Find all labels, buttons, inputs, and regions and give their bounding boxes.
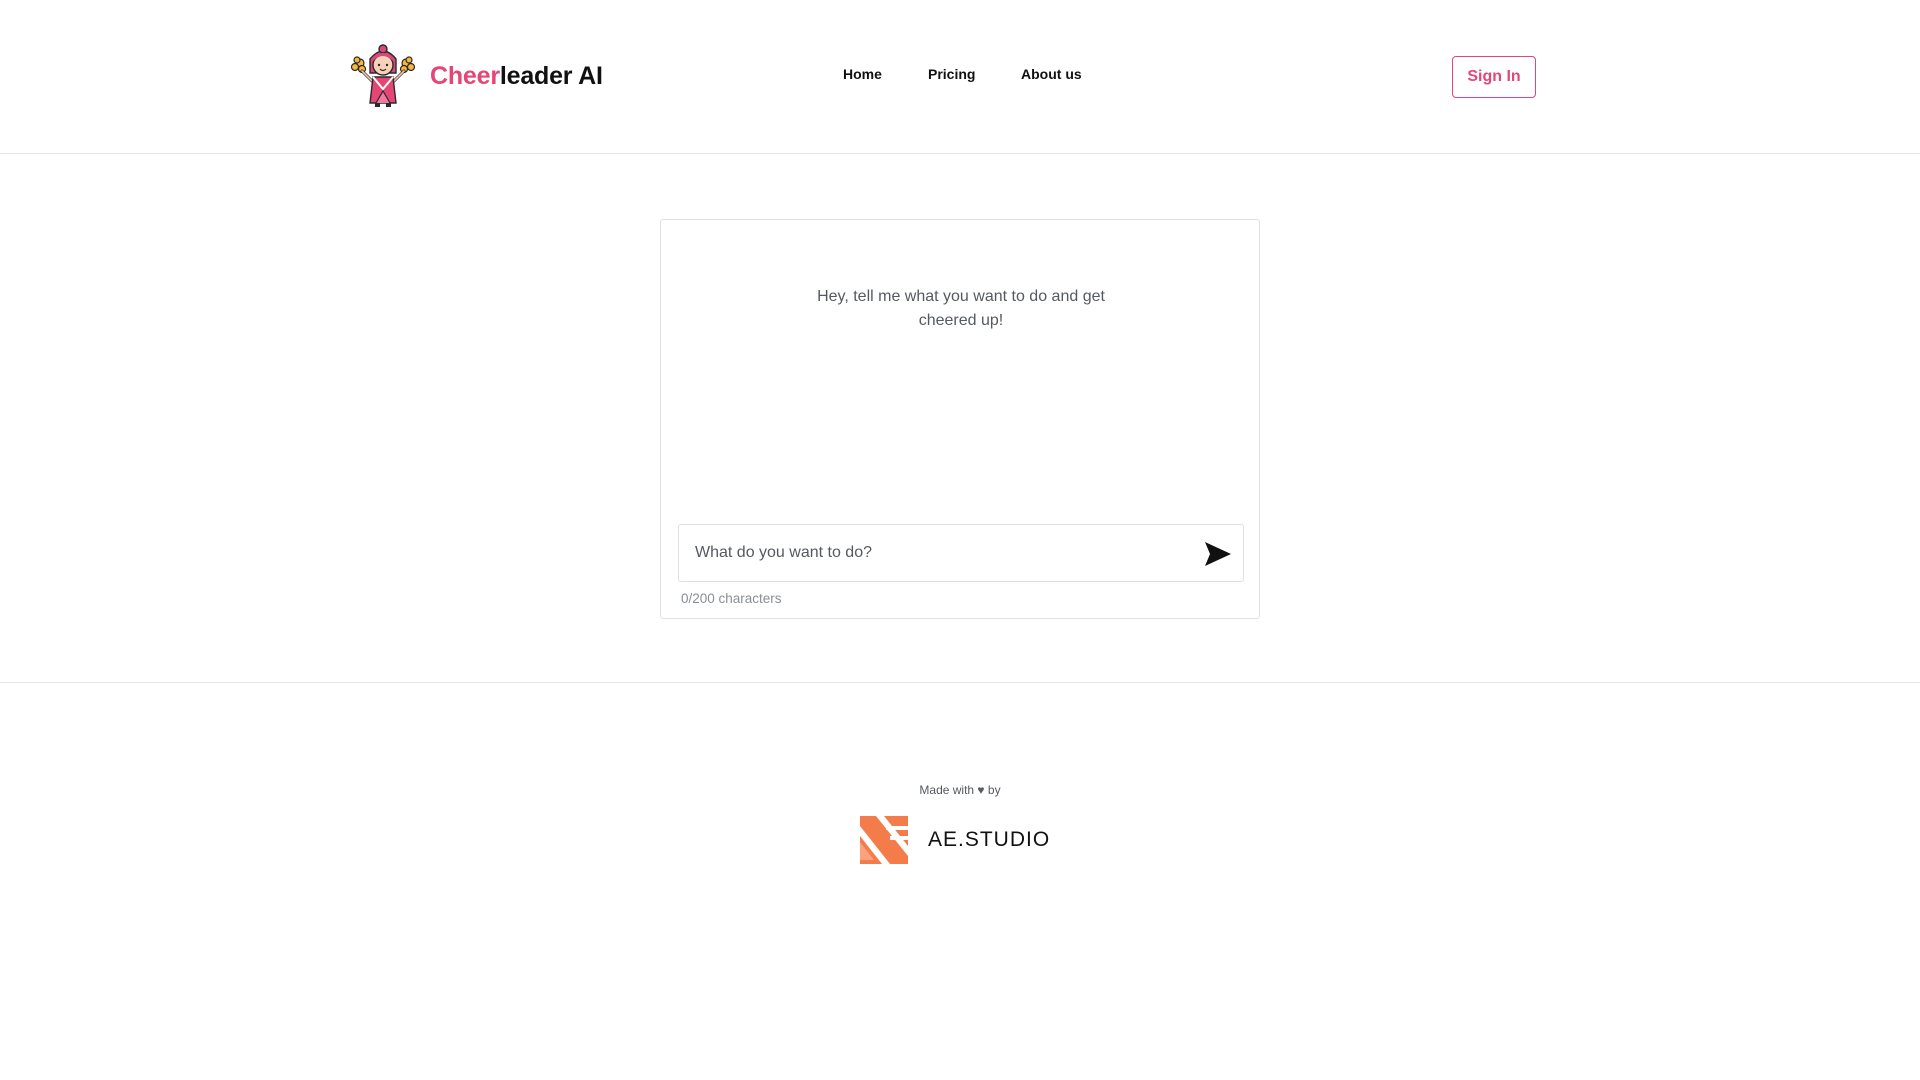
send-icon: [1205, 542, 1231, 566]
nav-about-us[interactable]: About us: [1021, 66, 1082, 82]
prompt-input[interactable]: [679, 525, 1179, 581]
nav-home[interactable]: Home: [843, 66, 882, 82]
send-button[interactable]: [1201, 537, 1235, 571]
greeting-message: Hey, tell me what you want to do and get…: [817, 288, 1105, 329]
brand-name-accent: Cheer: [430, 61, 500, 90]
ae-studio-wordmark: AE.STUDIO: [928, 828, 1051, 851]
ae-studio-mark-icon: [860, 816, 908, 864]
main-content: Hey, tell me what you want to do and get…: [0, 155, 1920, 683]
site-header: Cheerleader AI Home Pricing About us Sig…: [0, 0, 1920, 154]
chat-card: Hey, tell me what you want to do and get…: [660, 219, 1260, 619]
made-with-text: Made with ♥ by: [919, 783, 1001, 797]
brand-name-rest: leader AI: [499, 61, 603, 90]
brand-name: Cheerleader AI: [430, 62, 603, 91]
nav-pricing[interactable]: Pricing: [928, 66, 975, 82]
brand-logo-link[interactable]: Cheerleader AI: [350, 43, 603, 109]
ae-studio-logo-link[interactable]: AE.STUDIO: [860, 816, 1050, 864]
cheerleader-mascot-icon: [350, 44, 416, 107]
sign-in-button[interactable]: Sign In: [1452, 56, 1536, 98]
character-counter: 0/200 characters: [681, 591, 782, 606]
prompt-input-box: [678, 524, 1244, 582]
